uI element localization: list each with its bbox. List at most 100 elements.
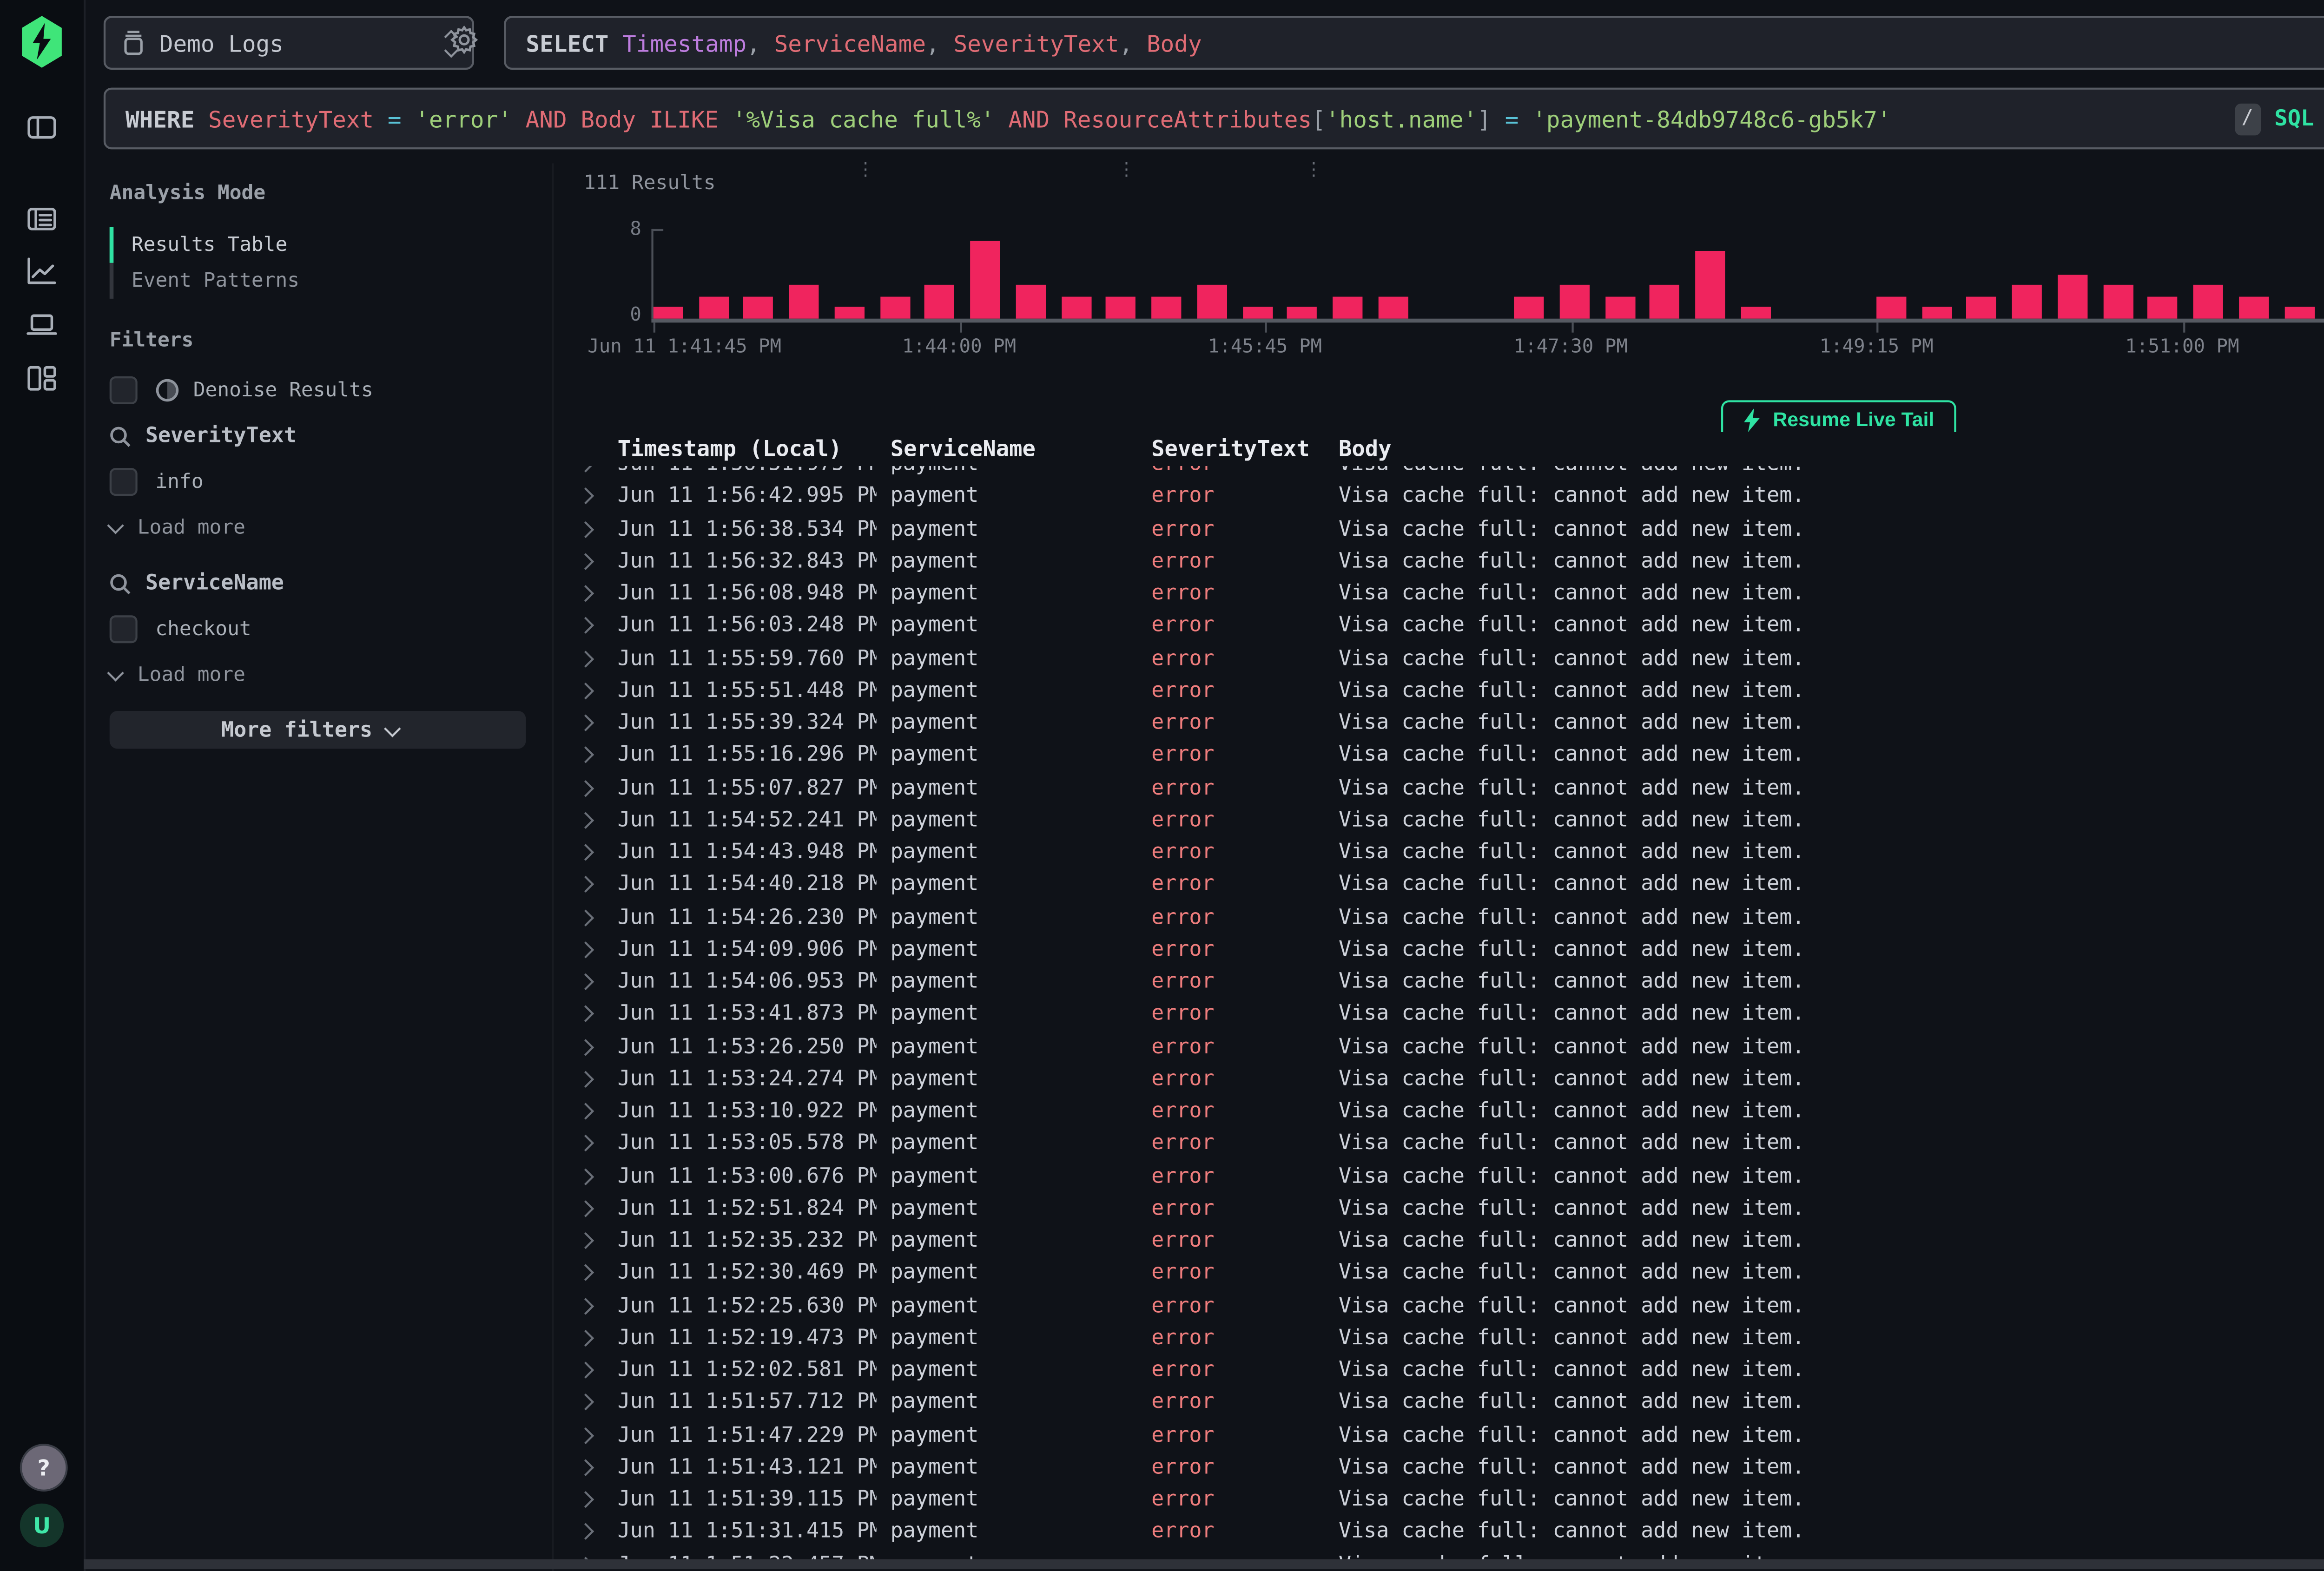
denoise-checkbox[interactable] (110, 376, 138, 404)
table-row[interactable]: Jun 11 1:51:39.115 PM payment error Visa… (554, 1484, 2324, 1516)
row-expand-chevron-icon[interactable] (577, 1426, 594, 1443)
help-button[interactable]: ? (20, 1444, 68, 1492)
row-expand-chevron-icon[interactable] (577, 1232, 594, 1249)
where-query-input[interactable]: WHERE SeverityText = 'error' AND Body IL… (104, 88, 2324, 150)
table-row[interactable]: Jun 11 1:53:00.676 PM payment error Visa… (554, 1160, 2324, 1192)
language-toggle-sql[interactable]: SQL (2274, 105, 2314, 131)
sessions-icon[interactable] (26, 309, 58, 341)
table-row[interactable]: Jun 11 1:55:16.296 PM payment error Visa… (554, 739, 2324, 772)
load-more-severitytext[interactable]: Load more (110, 512, 526, 544)
more-filters-button[interactable]: More filters (110, 711, 526, 749)
row-expand-chevron-icon[interactable] (577, 941, 594, 958)
table-row[interactable]: Jun 11 1:56:42.995 PM payment error Visa… (554, 480, 2324, 513)
table-row[interactable]: Jun 11 1:52:19.473 PM payment error Visa… (554, 1322, 2324, 1354)
col-severitytext[interactable]: SeverityText (1151, 436, 1325, 462)
table-row[interactable]: Jun 11 1:55:39.324 PM payment error Visa… (554, 707, 2324, 739)
table-row[interactable]: Jun 11 1:53:26.250 PM payment error Visa… (554, 1031, 2324, 1063)
row-expand-chevron-icon[interactable] (577, 1103, 594, 1120)
col-timestamp[interactable]: Timestamp (Local) (618, 436, 877, 462)
row-expand-chevron-icon[interactable] (577, 553, 594, 570)
row-expand-chevron-icon[interactable] (577, 1168, 594, 1184)
table-row[interactable]: Jun 11 1:52:35.232 PM payment error Visa… (554, 1225, 2324, 1257)
mode-results-table[interactable]: Results Table (113, 227, 526, 263)
row-expand-chevron-icon[interactable] (577, 1556, 594, 1559)
table-row[interactable]: Jun 11 1:56:51.975 PM payment error Visa… (554, 466, 2324, 480)
table-row[interactable]: Jun 11 1:54:40.218 PM payment error Visa… (554, 869, 2324, 901)
row-expand-chevron-icon[interactable] (577, 520, 594, 537)
row-expand-chevron-icon[interactable] (577, 488, 594, 505)
select-query-input[interactable]: SELECT Timestamp, ServiceName, SeverityT… (504, 16, 2324, 70)
source-settings-gear-icon[interactable] (448, 24, 480, 56)
filter-group-severitytext[interactable]: SeverityText (110, 420, 526, 452)
table-row[interactable]: Jun 11 1:54:43.948 PM payment error Visa… (554, 836, 2324, 869)
table-row[interactable]: Jun 11 1:55:07.827 PM payment error Visa… (554, 772, 2324, 804)
table-row[interactable]: Jun 11 1:54:26.230 PM payment error Visa… (554, 901, 2324, 933)
histogram-plot[interactable] (654, 229, 2324, 319)
row-expand-chevron-icon[interactable] (577, 909, 594, 926)
row-expand-chevron-icon[interactable] (577, 1394, 594, 1411)
table-row[interactable]: Jun 11 1:52:51.824 PM payment error Visa… (554, 1192, 2324, 1225)
row-expand-chevron-icon[interactable] (577, 876, 594, 893)
search-logs-icon[interactable] (26, 203, 58, 235)
source-select[interactable]: Demo Logs (104, 16, 474, 70)
row-expand-chevron-icon[interactable] (577, 973, 594, 990)
dashboards-icon[interactable] (26, 362, 58, 394)
table-row[interactable]: Jun 11 1:53:24.274 PM payment error Visa… (554, 1063, 2324, 1096)
column-resize-handle[interactable]: ⋮ (857, 167, 875, 175)
checkout-checkbox[interactable] (110, 615, 138, 643)
table-row[interactable]: Jun 11 1:55:51.448 PM payment error Visa… (554, 675, 2324, 707)
table-row[interactable]: Jun 11 1:56:38.534 PM payment error Visa… (554, 513, 2324, 546)
row-expand-chevron-icon[interactable] (577, 1038, 594, 1055)
horizontal-scrollbar[interactable] (84, 1559, 2324, 1569)
table-row[interactable]: Jun 11 1:51:47.229 PM payment error Visa… (554, 1419, 2324, 1452)
row-expand-chevron-icon[interactable] (577, 618, 594, 634)
table-row[interactable]: Jun 11 1:56:08.948 PM payment error Visa… (554, 578, 2324, 610)
row-expand-chevron-icon[interactable] (577, 747, 594, 764)
table-row[interactable]: Jun 11 1:53:05.578 PM payment error Visa… (554, 1128, 2324, 1160)
row-expand-chevron-icon[interactable] (577, 1329, 594, 1346)
table-row[interactable]: Jun 11 1:54:06.953 PM payment error Visa… (554, 966, 2324, 999)
table-row[interactable]: Jun 11 1:52:25.630 PM payment error Visa… (554, 1289, 2324, 1322)
row-expand-chevron-icon[interactable] (577, 1524, 594, 1540)
row-expand-chevron-icon[interactable] (577, 682, 594, 699)
table-row[interactable]: Jun 11 1:54:09.906 PM payment error Visa… (554, 933, 2324, 966)
row-expand-chevron-icon[interactable] (577, 1135, 594, 1152)
app-logo[interactable] (18, 16, 66, 67)
col-servicename[interactable]: ServiceName (891, 436, 1137, 462)
filter-option-info[interactable]: info (110, 466, 526, 498)
row-expand-chevron-icon[interactable] (577, 715, 594, 731)
table-row[interactable]: Jun 11 1:54:52.241 PM payment error Visa… (554, 804, 2324, 836)
row-expand-chevron-icon[interactable] (577, 812, 594, 828)
table-row[interactable]: Jun 11 1:51:22.457 PM payment error Visa… (554, 1548, 2324, 1559)
row-expand-chevron-icon[interactable] (577, 466, 594, 473)
table-row[interactable]: Jun 11 1:51:57.712 PM payment error Visa… (554, 1387, 2324, 1419)
table-row[interactable]: Jun 11 1:56:32.843 PM payment error Visa… (554, 545, 2324, 578)
load-more-servicename[interactable]: Load more (110, 659, 526, 691)
col-body[interactable]: Body (1339, 436, 2324, 462)
chart-explorer-icon[interactable] (26, 255, 58, 287)
row-expand-chevron-icon[interactable] (577, 1362, 594, 1379)
table-row[interactable]: Jun 11 1:51:43.121 PM payment error Visa… (554, 1451, 2324, 1484)
row-expand-chevron-icon[interactable] (577, 650, 594, 667)
user-avatar[interactable]: U (20, 1504, 64, 1547)
row-expand-chevron-icon[interactable] (577, 779, 594, 796)
column-resize-handle[interactable]: ⋮ (1117, 167, 1136, 175)
table-row[interactable]: Jun 11 1:52:30.469 PM payment error Visa… (554, 1257, 2324, 1289)
filter-group-servicename[interactable]: ServiceName (110, 567, 526, 599)
table-row[interactable]: Jun 11 1:53:10.922 PM payment error Visa… (554, 1095, 2324, 1128)
info-checkbox[interactable] (110, 468, 138, 496)
denoise-results-toggle[interactable]: Denoise Results (110, 375, 526, 407)
row-expand-chevron-icon[interactable] (577, 1265, 594, 1282)
column-resize-handle[interactable]: ⋮ (1305, 167, 1323, 175)
sidebar-toggle-icon[interactable] (26, 112, 58, 144)
table-row[interactable]: Jun 11 1:53:41.873 PM payment error Visa… (554, 998, 2324, 1031)
row-expand-chevron-icon[interactable] (577, 844, 594, 861)
row-expand-chevron-icon[interactable] (577, 1491, 594, 1508)
row-expand-chevron-icon[interactable] (577, 1071, 594, 1087)
row-expand-chevron-icon[interactable] (577, 1200, 594, 1217)
table-row[interactable]: Jun 11 1:56:03.248 PM payment error Visa… (554, 610, 2324, 643)
row-expand-chevron-icon[interactable] (577, 1459, 594, 1476)
mode-event-patterns[interactable]: Event Patterns (113, 263, 526, 299)
filter-option-checkout[interactable]: checkout (110, 613, 526, 645)
row-expand-chevron-icon[interactable] (577, 585, 594, 602)
